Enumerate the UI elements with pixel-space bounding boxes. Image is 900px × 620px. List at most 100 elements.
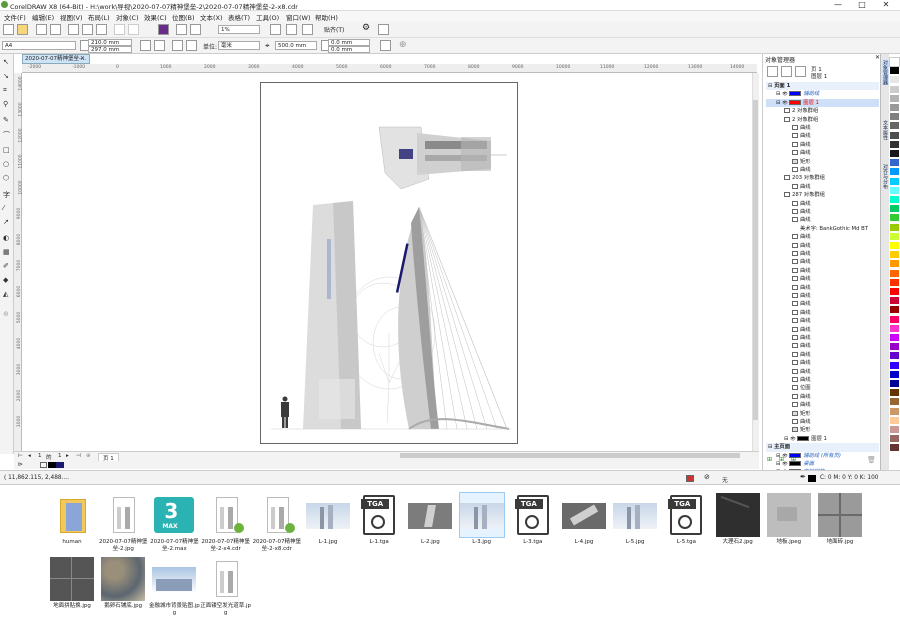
palette-swatch[interactable] bbox=[890, 380, 899, 388]
object-tree-item[interactable]: 曲线 bbox=[766, 275, 879, 283]
file-item[interactable]: 大理石2.jpg bbox=[712, 493, 764, 546]
pick-tool-icon[interactable]: ↖ bbox=[3, 58, 9, 66]
prev-page-icon[interactable]: ◂ bbox=[28, 453, 31, 459]
new-document-icon[interactable] bbox=[3, 24, 14, 35]
palette-swatch[interactable] bbox=[890, 324, 899, 333]
file-item[interactable]: L-2.jpg bbox=[404, 493, 456, 546]
duplicate-y-field[interactable]: 0.0 mm bbox=[328, 46, 370, 53]
object-tree-item[interactable]: 曲线 bbox=[766, 216, 879, 224]
new-layer-icon[interactable]: ⊞ bbox=[767, 456, 772, 463]
first-page-icon[interactable]: ⊢ bbox=[18, 453, 23, 459]
palette-swatch[interactable] bbox=[890, 140, 899, 149]
file-item[interactable]: L-5.jpg bbox=[609, 493, 661, 546]
object-tree-item[interactable]: ⊟ 主页面 bbox=[766, 443, 879, 452]
palette-swatch[interactable] bbox=[890, 232, 899, 241]
application-launcher-icon[interactable] bbox=[378, 24, 389, 35]
palette-swatch[interactable] bbox=[890, 223, 899, 232]
show-rulers-icon[interactable] bbox=[286, 24, 297, 35]
palette-swatch[interactable] bbox=[890, 94, 899, 103]
palette-swatch[interactable] bbox=[890, 214, 899, 223]
crop-tool-icon[interactable]: ⌗ bbox=[3, 86, 7, 95]
palette-swatch[interactable] bbox=[890, 122, 899, 131]
palette-swatch[interactable] bbox=[890, 205, 899, 214]
parallel-dimension-icon[interactable]: ⁄ bbox=[3, 204, 4, 212]
cut-icon[interactable] bbox=[68, 24, 79, 35]
layer-color-swatch[interactable] bbox=[789, 91, 802, 97]
file-item[interactable]: 2020-07-07精神堡垒-2-x4.cdr bbox=[200, 493, 252, 553]
add-tool-icon[interactable]: ⊕ bbox=[3, 310, 9, 318]
horizontal-scroll-thumb[interactable] bbox=[400, 453, 740, 458]
palette-swatch[interactable] bbox=[890, 370, 899, 379]
object-tree-item[interactable]: 2 对象群组 bbox=[766, 107, 879, 115]
object-tree-item[interactable]: 曲线 bbox=[766, 149, 879, 157]
object-tree-item[interactable]: 曲线 bbox=[766, 141, 879, 149]
palette-menu-icon[interactable]: ⊳ bbox=[18, 461, 23, 468]
undo-icon[interactable] bbox=[114, 24, 125, 35]
delete-layer-icon[interactable]: 🗑 bbox=[867, 456, 876, 464]
palette-swatch[interactable] bbox=[890, 186, 899, 195]
text-tool-icon[interactable]: 字 bbox=[3, 190, 10, 200]
layer-color-swatch[interactable] bbox=[797, 435, 810, 441]
import-icon[interactable] bbox=[176, 24, 187, 35]
eyedropper-icon[interactable]: ✐ bbox=[3, 262, 9, 270]
interactive-fill-icon[interactable]: ◆ bbox=[3, 276, 8, 284]
palette-swatch[interactable] bbox=[890, 334, 899, 342]
object-tree-item[interactable]: 矩形 bbox=[766, 410, 879, 418]
current-page-icon[interactable] bbox=[186, 40, 197, 51]
object-tree-item[interactable]: 矩形 bbox=[766, 426, 879, 434]
object-tree-item[interactable]: 曲线 bbox=[766, 334, 879, 342]
file-item[interactable]: L-4.jpg bbox=[558, 493, 610, 546]
object-tree-item[interactable]: 2 对象群组 bbox=[766, 116, 879, 124]
object-tree-item[interactable]: 位图 bbox=[766, 384, 879, 392]
object-tree[interactable]: ⊟ 页面 1 ⊟ 👁 辅助线 ⊟ 👁 图层 12 对象群组 2 对象群组 曲线 曲线 曲线曲… bbox=[766, 82, 879, 474]
redo-icon[interactable] bbox=[128, 24, 139, 35]
show-grid-icon[interactable] bbox=[302, 24, 313, 35]
zoom-level-select[interactable]: 1% bbox=[218, 25, 260, 34]
palette-swatch[interactable] bbox=[890, 150, 899, 158]
object-tree-item[interactable]: ⊟ 👁 图层 1 bbox=[766, 435, 879, 443]
options-gear-icon[interactable]: ⚙ bbox=[362, 23, 370, 33]
page-width-field[interactable]: 210.0 mm bbox=[88, 39, 132, 46]
tab-align-distribute[interactable]: 对齐与分布 bbox=[882, 164, 889, 189]
palette-swatch[interactable] bbox=[890, 168, 899, 177]
object-tree-item[interactable]: 曲线 bbox=[766, 393, 879, 401]
outline-pen-icon[interactable]: ✒ bbox=[800, 473, 806, 481]
object-tree-item[interactable]: 曲线 bbox=[766, 326, 879, 334]
palette-swatch[interactable] bbox=[890, 242, 899, 250]
file-item[interactable]: human bbox=[46, 493, 98, 546]
file-item[interactable]: L-3.jpg bbox=[456, 492, 508, 546]
file-item[interactable]: TGA L-5.tga bbox=[660, 493, 712, 546]
palette-swatch[interactable] bbox=[890, 113, 899, 122]
file-item[interactable]: TGA L-3.tga bbox=[507, 493, 559, 546]
object-tree-item[interactable]: 曲线 bbox=[766, 208, 879, 216]
object-tree-item[interactable]: 曲线 bbox=[766, 258, 879, 266]
palette-swatch[interactable] bbox=[890, 85, 899, 94]
save-icon[interactable] bbox=[36, 24, 47, 35]
palette-swatch[interactable] bbox=[890, 343, 899, 352]
file-item[interactable]: 鹅卵石铺底.jpg bbox=[97, 557, 149, 610]
page-height-field[interactable]: 297.0 mm bbox=[88, 46, 132, 53]
shape-tool-icon[interactable]: ↘ bbox=[3, 72, 9, 80]
quick-customize-icon[interactable]: ⊕ bbox=[399, 40, 407, 50]
visibility-eye-icon[interactable]: 👁 bbox=[782, 92, 789, 97]
object-tree-item[interactable]: 曲线 bbox=[766, 418, 879, 426]
file-item[interactable]: 地面拼贴换.jpg bbox=[46, 557, 98, 610]
object-tree-item[interactable]: 曲线 bbox=[766, 300, 879, 308]
object-tree-item[interactable]: 曲线 bbox=[766, 200, 879, 208]
file-item[interactable]: 地板.jpeg bbox=[763, 493, 815, 546]
fill-indicator-icon[interactable] bbox=[686, 475, 694, 482]
object-tree-item[interactable]: ⊟ 页面 1 bbox=[766, 82, 879, 91]
full-screen-icon[interactable] bbox=[270, 24, 281, 35]
artistic-media-icon[interactable]: ⌒ bbox=[3, 130, 10, 140]
tab-text-properties[interactable]: 文本属性 bbox=[882, 120, 889, 140]
file-item[interactable]: TGA L-1.tga bbox=[353, 493, 405, 546]
file-item[interactable]: 3 MAX 2020-07-07精神堡垒-2.max bbox=[148, 493, 200, 553]
portrait-icon[interactable] bbox=[140, 40, 151, 51]
object-properties-icon[interactable] bbox=[767, 66, 778, 77]
freehand-tool-icon[interactable]: ✎ bbox=[3, 116, 9, 124]
add-page-icon[interactable]: ⊕ bbox=[86, 453, 91, 459]
print-icon[interactable] bbox=[50, 24, 61, 35]
copy-icon[interactable] bbox=[82, 24, 93, 35]
units-select[interactable]: 毫米 bbox=[218, 41, 260, 50]
palette-swatch[interactable] bbox=[890, 398, 899, 407]
